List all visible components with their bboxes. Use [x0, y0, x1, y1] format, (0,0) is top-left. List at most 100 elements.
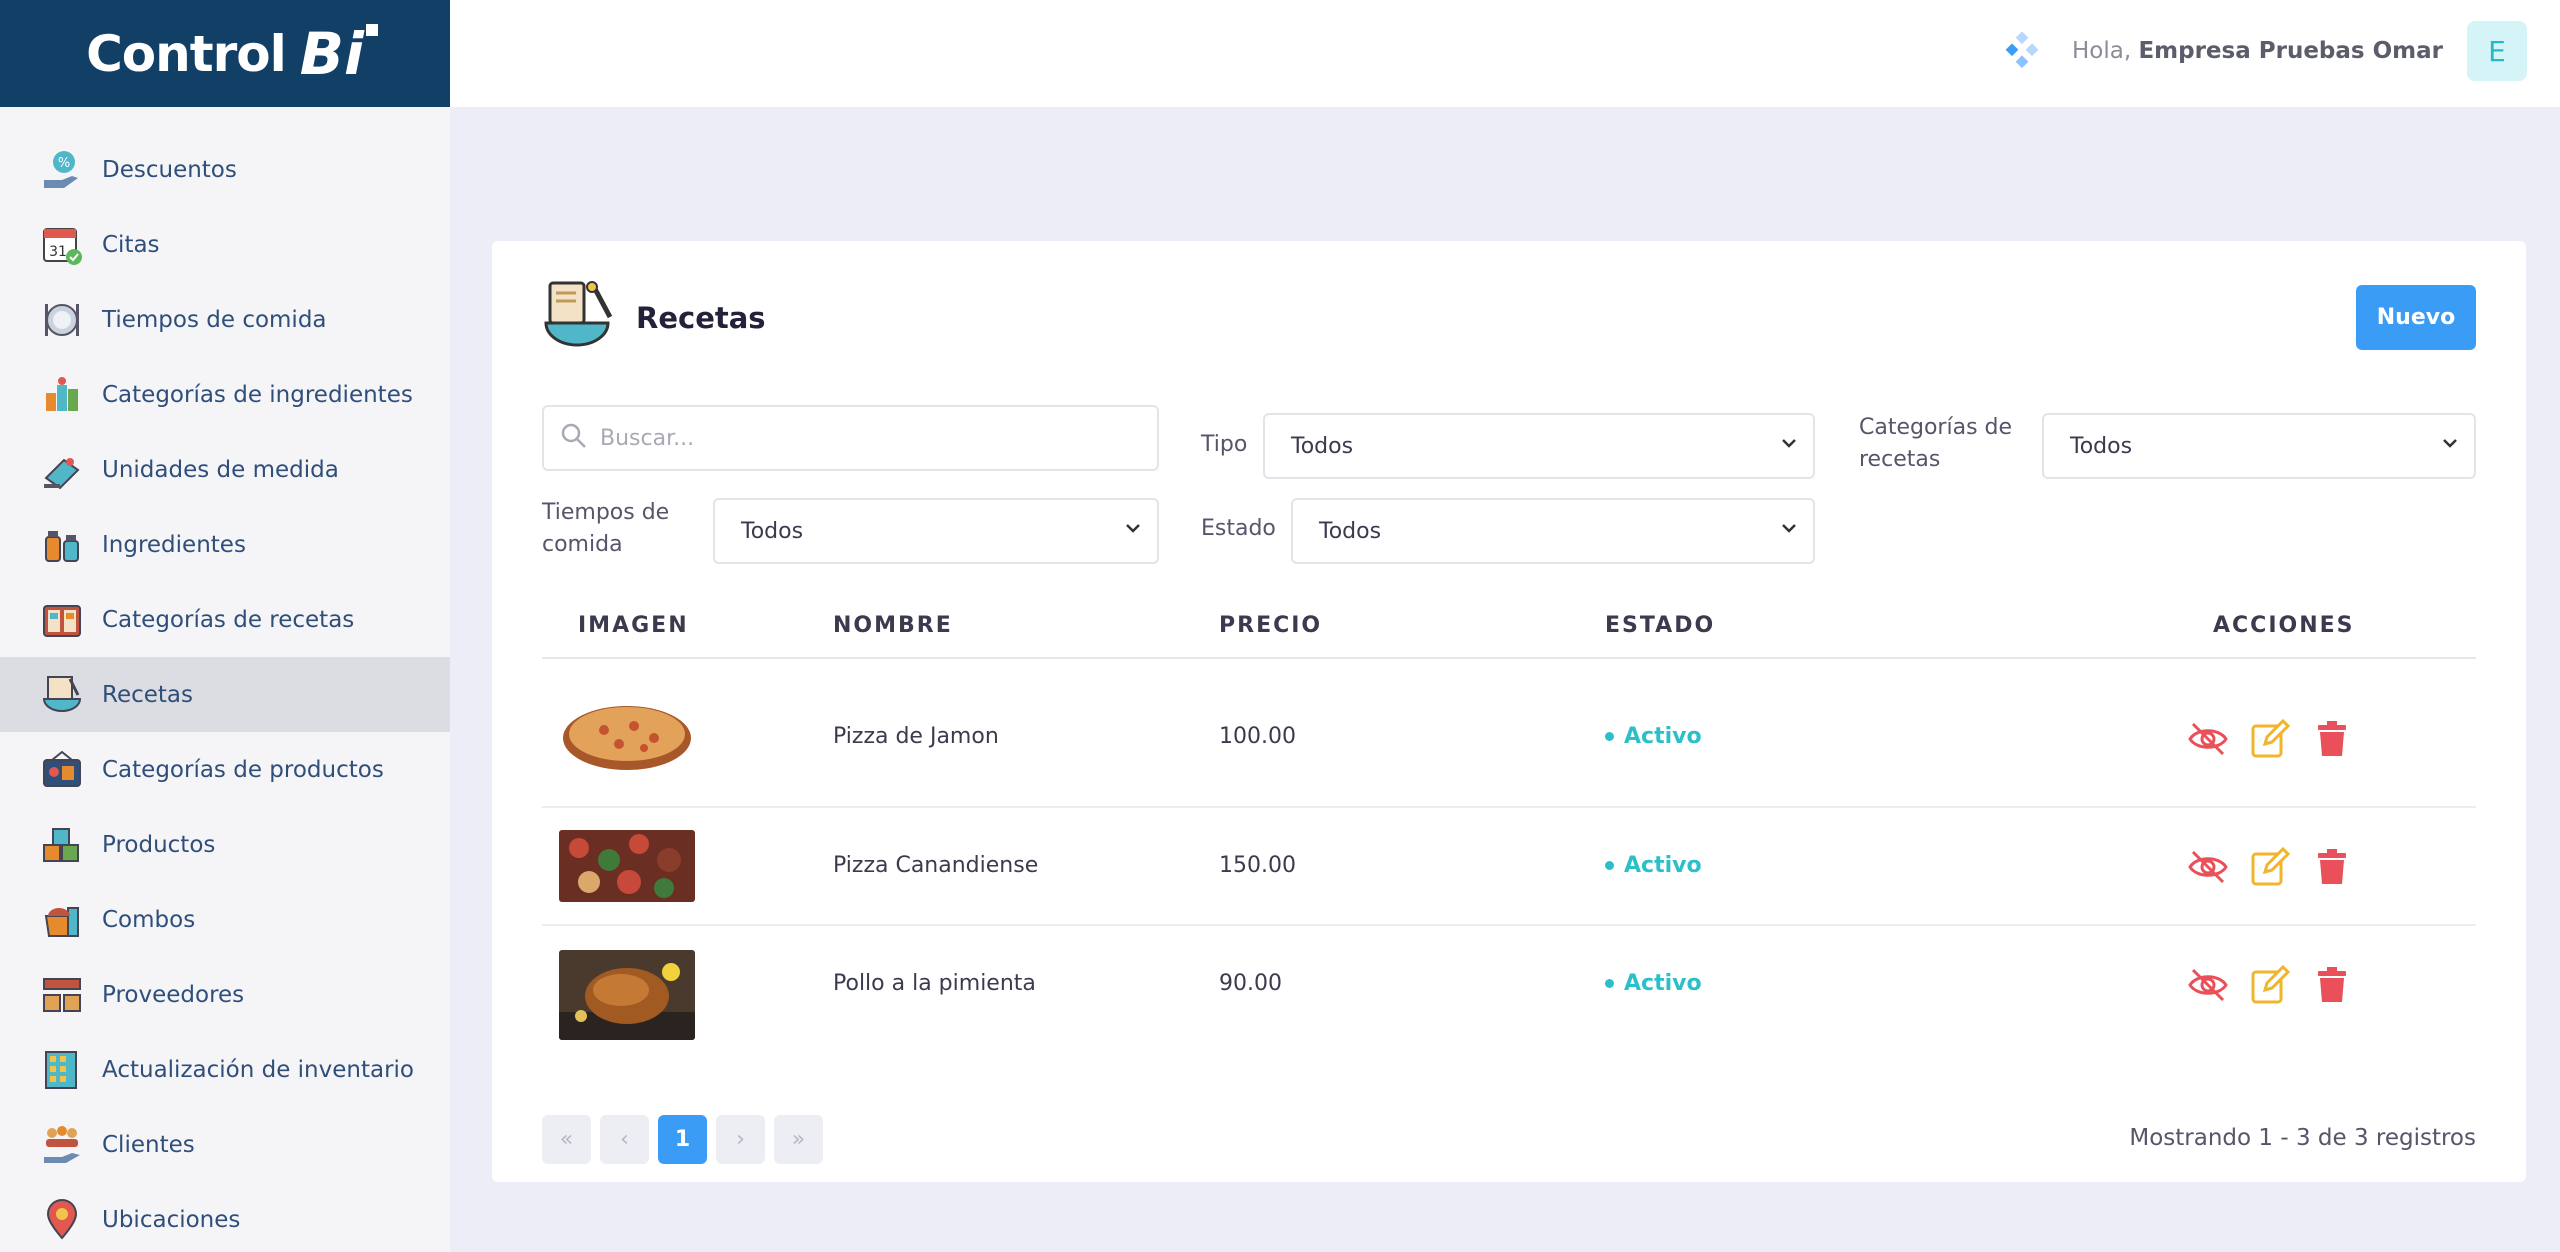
search-icon — [560, 422, 588, 454]
status-badge: Activo — [1605, 971, 1702, 996]
brand-text: Control — [86, 24, 287, 83]
new-recipe-button[interactable]: Nuevo — [2356, 285, 2476, 350]
sidebar-item-label: Combos — [102, 906, 196, 933]
sidebar-item-proveedores[interactable]: Proveedores — [0, 957, 450, 1032]
sidebar-item-descuentos[interactable]: % Descuentos — [0, 132, 450, 207]
avatar[interactable]: E — [2467, 21, 2527, 81]
status-dot — [1605, 732, 1614, 741]
estado-value: Todos — [1319, 518, 1382, 544]
status-text: Activo — [1624, 971, 1702, 996]
tiempos-value: Todos — [741, 518, 804, 544]
recipe-image — [559, 830, 695, 902]
user-name: Empresa Pruebas Omar — [2138, 38, 2443, 64]
sidebar-item-label: Categorías de ingredientes — [102, 381, 413, 408]
recipe-price: 90.00 — [1219, 971, 1282, 996]
tiempos-select[interactable]: Todos — [713, 498, 1159, 564]
tipo-label: Tipo — [1201, 432, 1248, 457]
pagination-first-button[interactable]: « — [542, 1115, 591, 1164]
product-categories-icon — [40, 748, 84, 792]
user-area: Hola, Empresa Pruebas Omar E — [2002, 20, 2527, 82]
recipe-image — [559, 950, 695, 1040]
pagination-prev-button[interactable]: ‹ — [600, 1115, 649, 1164]
pagination-page-button[interactable]: 1 — [658, 1115, 707, 1164]
ingredient-categories-icon — [40, 373, 84, 417]
delete-trash-icon[interactable] — [2311, 846, 2353, 888]
tiempos-label-line2: comida — [542, 532, 623, 557]
sidebar-item-categorias-de-recetas[interactable]: Categorías de recetas — [0, 582, 450, 657]
pagination-next-button[interactable]: › — [716, 1115, 765, 1164]
sidebar-item-label: Ingredientes — [102, 531, 246, 558]
categorias-label-line2: recetas — [1859, 447, 1941, 472]
plate-cutlery-icon — [40, 298, 84, 342]
chevron-down-icon — [2440, 433, 2460, 459]
categorias-label: Categorías de recetas — [1859, 412, 2012, 476]
recipe-name: Pollo a la pimienta — [833, 971, 1036, 996]
svg-text:%: % — [58, 156, 70, 171]
recipe-bowl-icon — [542, 279, 620, 357]
brand-logo[interactable]: Control Bi — [0, 0, 450, 107]
sidebar-item-tiempos-de-comida[interactable]: Tiempos de comida — [0, 282, 450, 357]
sidebar-item-actualizacion-de-inventario[interactable]: Actualización de inventario — [0, 1032, 450, 1107]
sidebar-item-productos[interactable]: Productos — [0, 807, 450, 882]
sidebar-item-label: Descuentos — [102, 156, 237, 183]
products-icon — [40, 823, 84, 867]
calendar-check-icon: 31 — [40, 223, 84, 267]
supplier-boxes-icon — [40, 973, 84, 1017]
apps-diamond-icon[interactable] — [2002, 31, 2042, 71]
search-box — [542, 405, 1159, 471]
sidebar-item-label: Productos — [102, 831, 216, 858]
sidebar-item-combos[interactable]: Combos — [0, 882, 450, 957]
hide-eye-slash-icon[interactable] — [2187, 846, 2229, 888]
table-header: IMAGEN NOMBRE PRECIO ESTADO ACCIONES — [542, 613, 2476, 659]
records-summary: Mostrando 1 - 3 de 3 registros — [2129, 1125, 2476, 1151]
recipe-name: Pizza de Jamon — [833, 724, 999, 749]
chevron-down-icon — [1779, 433, 1799, 459]
card-header: Recetas — [542, 279, 766, 357]
sidebar-item-ingredientes[interactable]: Ingredientes — [0, 507, 450, 582]
sidebar-item-unidades-de-medida[interactable]: Unidades de medida — [0, 432, 450, 507]
recipes-card: Recetas Nuevo Tipo Todos Categorías de re… — [492, 241, 2526, 1182]
tipo-select[interactable]: Todos — [1263, 413, 1815, 479]
status-text: Activo — [1624, 853, 1702, 878]
delete-trash-icon[interactable] — [2311, 718, 2353, 760]
combo-icon — [40, 898, 84, 942]
status-dot — [1605, 979, 1614, 988]
clients-hand-icon — [40, 1123, 84, 1167]
sidebar-item-label: Ubicaciones — [102, 1206, 241, 1233]
sidebar-item-label: Categorías de productos — [102, 756, 384, 783]
categorias-label-line1: Categorías de — [1859, 415, 2013, 440]
tipo-value: Todos — [1291, 433, 1354, 459]
hide-eye-slash-icon[interactable] — [2187, 718, 2229, 760]
categorias-select[interactable]: Todos — [2042, 413, 2476, 479]
tiempos-label: Tiempos de comida — [542, 497, 669, 561]
greeting-text: Hola, — [2071, 38, 2132, 64]
hide-eye-slash-icon[interactable] — [2187, 964, 2229, 1006]
table-row: Pollo a la pimienta 90.00 Activo — [542, 926, 2476, 1064]
sidebar-item-clientes[interactable]: Clientes — [0, 1107, 450, 1182]
sidebar-item-recetas[interactable]: Recetas — [0, 657, 450, 732]
row-actions — [2187, 718, 2353, 760]
categorias-value: Todos — [2070, 433, 2133, 459]
sidebar-item-citas[interactable]: 31 Citas — [0, 207, 450, 282]
sidebar-item-categorias-de-ingredientes[interactable]: Categorías de ingredientes — [0, 357, 450, 432]
edit-pencil-icon[interactable] — [2249, 718, 2291, 760]
sidebar: Control Bi % Descuentos 31 Citas Tiempos… — [0, 0, 450, 1252]
sidebar-item-categorias-de-productos[interactable]: Categorías de productos — [0, 732, 450, 807]
page-title: Recetas — [636, 301, 766, 335]
recipe-book-icon — [40, 598, 84, 642]
table-row: Pizza Canandiense 150.00 Activo — [542, 808, 2476, 926]
sidebar-item-ubicaciones[interactable]: Ubicaciones — [0, 1182, 450, 1252]
svg-text:31: 31 — [49, 244, 67, 260]
delete-trash-icon[interactable] — [2311, 964, 2353, 1006]
search-input[interactable] — [600, 425, 1140, 451]
scale-icon — [40, 448, 84, 492]
estado-select[interactable]: Todos — [1291, 498, 1815, 564]
edit-pencil-icon[interactable] — [2249, 846, 2291, 888]
column-header-estado: ESTADO — [1605, 613, 1716, 638]
table-row: Pizza de Jamon 100.00 Activo — [542, 670, 2476, 808]
sidebar-nav: % Descuentos 31 Citas Tiempos de comida … — [0, 107, 450, 1252]
column-header-imagen: IMAGEN — [578, 613, 689, 638]
edit-pencil-icon[interactable] — [2249, 964, 2291, 1006]
location-pin-icon — [40, 1198, 84, 1242]
pagination-last-button[interactable]: » — [774, 1115, 823, 1164]
